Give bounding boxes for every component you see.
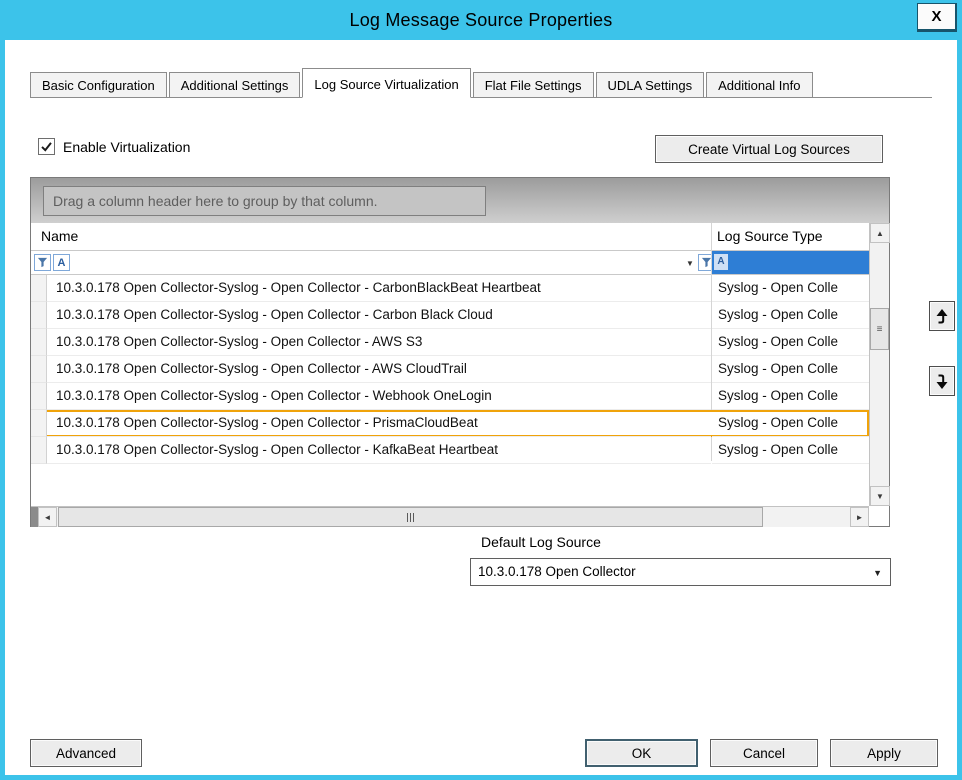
default-log-source-value: 10.3.0.178 Open Collector	[478, 564, 636, 579]
row-name-cell: 10.3.0.178 Open Collector-Syslog - Open …	[47, 356, 711, 383]
row-name-cell: 10.3.0.178 Open Collector-Syslog - Open …	[47, 383, 711, 410]
table-row[interactable]: 10.3.0.178 Open Collector-Syslog - Open …	[31, 410, 869, 437]
horizontal-scrollbar[interactable]: ◄ ►	[31, 506, 869, 527]
row-type-cell: Syslog - Open Colle	[712, 410, 869, 437]
type-filter-mode-icon: A	[714, 254, 728, 270]
row-indicator[interactable]	[31, 302, 47, 329]
grip-line	[410, 513, 411, 522]
ok-button[interactable]: OK	[585, 739, 698, 767]
checkmark-icon	[40, 140, 53, 153]
row-type-cell: Syslog - Open Colle	[712, 356, 869, 383]
dialog-content: Basic ConfigurationAdditional SettingsLo…	[5, 40, 957, 775]
tab-additional-settings[interactable]: Additional Settings	[169, 72, 301, 97]
group-by-hint: Drag a column header here to group by th…	[43, 186, 486, 216]
dialog-title: Log Message Source Properties	[350, 10, 613, 31]
tab-strip: Basic ConfigurationAdditional SettingsLo…	[30, 68, 932, 98]
move-row-down-button[interactable]	[929, 366, 955, 396]
arrow-down-icon	[935, 373, 949, 390]
scroll-down-icon[interactable]: ▼	[870, 486, 890, 506]
cancel-button[interactable]: Cancel	[710, 739, 818, 767]
name-filter-mode-icon[interactable]: A	[53, 254, 70, 271]
row-name-cell: 10.3.0.178 Open Collector-Syslog - Open …	[47, 437, 711, 464]
advanced-button[interactable]: Advanced	[30, 739, 142, 767]
scroll-up-icon[interactable]: ▲	[870, 223, 890, 243]
scroll-left-icon[interactable]: ◄	[38, 507, 57, 527]
tab-flat-file-settings[interactable]: Flat File Settings	[473, 72, 594, 97]
arrow-up-icon	[935, 308, 949, 325]
table-row[interactable]: 10.3.0.178 Open Collector-Syslog - Open …	[31, 437, 869, 464]
row-indicator[interactable]	[31, 437, 47, 464]
table-row[interactable]: 10.3.0.178 Open Collector-Syslog - Open …	[31, 356, 869, 383]
table-row[interactable]: 10.3.0.178 Open Collector-Syslog - Open …	[31, 329, 869, 356]
name-filter-icon[interactable]	[34, 254, 51, 271]
enable-virtualization-label: Enable Virtualization	[63, 139, 190, 155]
apply-button[interactable]: Apply	[830, 739, 938, 767]
row-indicator[interactable]	[31, 329, 47, 356]
column-header-log-source-type[interactable]: Log Source Type	[717, 228, 867, 244]
funnel-icon	[37, 257, 48, 268]
table-row[interactable]: 10.3.0.178 Open Collector-Syslog - Open …	[31, 383, 869, 410]
vertical-scroll-thumb[interactable]: ≡	[870, 308, 889, 350]
grip-line	[413, 513, 414, 522]
move-row-up-button[interactable]	[929, 301, 955, 331]
grip-line	[407, 513, 408, 522]
type-filter-cell[interactable]: A	[712, 251, 869, 274]
tab-basic-configuration[interactable]: Basic Configuration	[30, 72, 167, 97]
close-button[interactable]: X	[917, 3, 957, 32]
tab-udla-settings[interactable]: UDLA Settings	[596, 72, 705, 97]
tab-log-source-virtualization[interactable]: Log Source Virtualization	[302, 68, 470, 98]
chevron-down-icon: ▼	[873, 568, 882, 578]
row-name-cell: 10.3.0.178 Open Collector-Syslog - Open …	[47, 410, 711, 437]
vertical-scrollbar[interactable]: ▲ ≡ ▼	[869, 223, 889, 506]
row-type-cell: Syslog - Open Colle	[712, 275, 869, 302]
table-row[interactable]: 10.3.0.178 Open Collector-Syslog - Open …	[31, 302, 869, 329]
row-name-cell: 10.3.0.178 Open Collector-Syslog - Open …	[47, 275, 711, 302]
row-type-cell: Syslog - Open Colle	[712, 437, 869, 464]
row-name-cell: 10.3.0.178 Open Collector-Syslog - Open …	[47, 302, 711, 329]
default-log-source-label: Default Log Source	[481, 534, 601, 550]
title-bar: Log Message Source Properties	[0, 0, 962, 40]
row-indicator[interactable]	[31, 275, 47, 302]
row-indicator[interactable]	[31, 410, 47, 437]
group-by-panel[interactable]: Drag a column header here to group by th…	[31, 178, 889, 223]
horizontal-scroll-thumb[interactable]	[58, 507, 763, 527]
row-type-cell: Syslog - Open Colle	[712, 329, 869, 356]
row-name-cell: 10.3.0.178 Open Collector-Syslog - Open …	[47, 329, 711, 356]
column-header-name[interactable]: Name	[41, 228, 78, 244]
enable-virtualization-checkbox[interactable]	[38, 138, 55, 155]
grid-rows: 10.3.0.178 Open Collector-Syslog - Open …	[31, 275, 869, 464]
log-message-source-properties-dialog: Log Message Source Properties X Basic Co…	[0, 0, 962, 780]
row-type-cell: Syslog - Open Colle	[712, 383, 869, 410]
table-row[interactable]: 10.3.0.178 Open Collector-Syslog - Open …	[31, 275, 869, 302]
virtual-log-sources-grid: Drag a column header here to group by th…	[30, 177, 890, 527]
tab-additional-info[interactable]: Additional Info	[706, 72, 812, 97]
scroll-right-icon[interactable]: ►	[850, 507, 869, 527]
default-log-source-select[interactable]: 10.3.0.178 Open Collector ▼	[470, 558, 891, 586]
row-type-cell: Syslog - Open Colle	[712, 302, 869, 329]
row-indicator[interactable]	[31, 356, 47, 383]
grid-header-row: Name Log Source Type	[31, 223, 869, 251]
grid-filter-row: A ▼ A	[31, 251, 869, 275]
row-indicator[interactable]	[31, 383, 47, 410]
create-virtual-log-sources-button[interactable]: Create Virtual Log Sources	[655, 135, 883, 163]
enable-virtualization-row: Enable Virtualization	[38, 138, 190, 155]
name-filter-dropdown-icon[interactable]: ▼	[686, 259, 694, 268]
scrollbar-left-tab[interactable]	[31, 507, 38, 527]
